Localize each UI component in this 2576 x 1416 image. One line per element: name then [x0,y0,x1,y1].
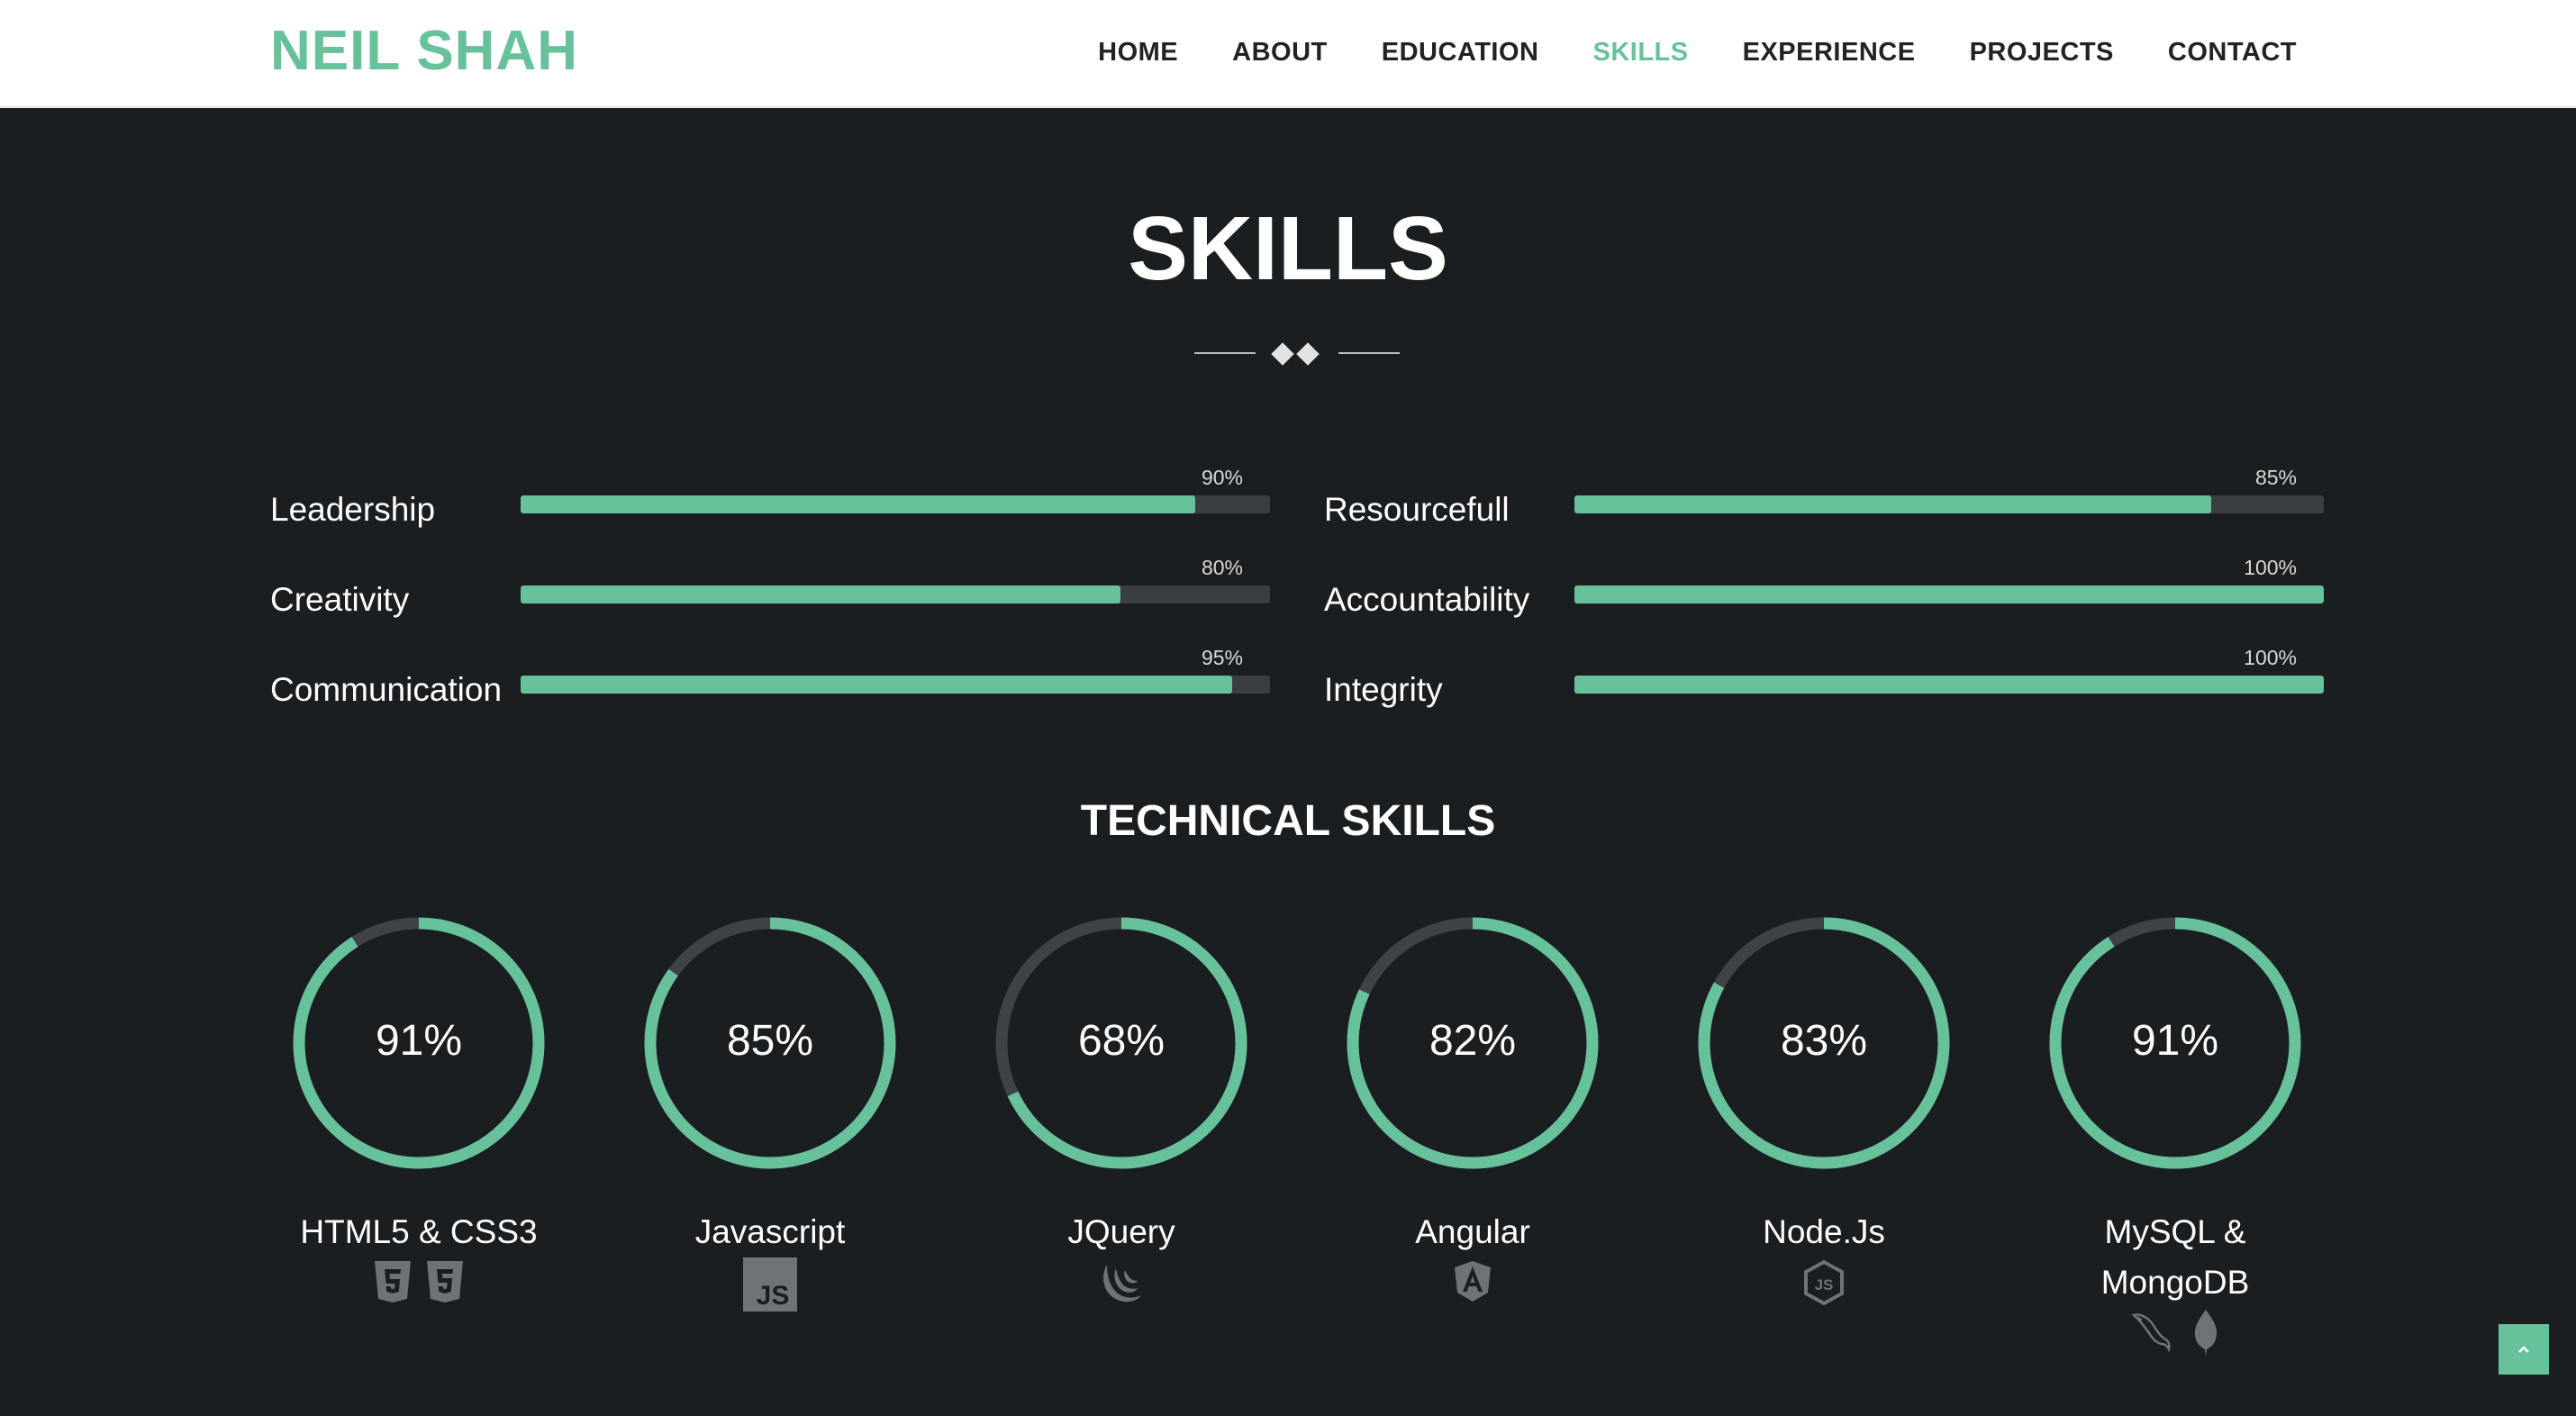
skill-bar-track [1574,585,2324,604]
ring-percent: 91% [2131,1017,2219,1065]
skill-bar-fill [1574,676,2324,694]
tech-icons [284,1259,554,1304]
ring-percent: 83% [1780,1017,1868,1065]
nav-item-experience[interactable]: EXPERIENCE [1743,34,1916,70]
skill-percent-label: 90% [1201,466,1243,489]
skill-bar-track [1574,495,2324,513]
mongodb-icon [2194,1310,2218,1357]
section-title: SKILLS [1128,198,1448,299]
tech-skill-name: Javascript [694,1213,846,1250]
scroll-to-top-button[interactable] [2499,1324,2549,1375]
angular-icon [1455,1261,1491,1302]
nav-item-skills[interactable]: SKILLS [1592,34,1688,70]
technical-skills-title: TECHNICAL SKILLS [1080,797,1496,845]
tech-skill-name: Angular [1415,1213,1530,1250]
nav-item-contact[interactable]: CONTACT [2168,34,2297,70]
skill-name: Integrity [1324,671,1443,708]
css3-icon [427,1261,463,1303]
skill-name: Accountability [1324,581,1530,618]
skill-bar-fill [1574,585,2324,604]
chevron-up-icon [2518,1346,2529,1353]
ring-percent: 91% [375,1017,463,1065]
skill-name: Creativity [270,581,410,618]
tech-icons: JS [635,1257,905,1312]
skill-name: Leadership [270,491,436,528]
skill-bar-fill [521,676,1233,694]
skill-bar-track [1574,676,2324,694]
tech-icons [986,1259,1256,1306]
tech-icons [2040,1308,2310,1358]
nav-item-projects[interactable]: PROJECTS [1970,34,2114,70]
tech-skill-name: HTML5 & CSS3 [300,1213,538,1250]
nodejs-icon: JS [1804,1259,1844,1306]
skill-percent-label: 100% [2244,646,2297,669]
tech-icons: JS [1689,1259,1959,1306]
skill-name: Resourcefull [1324,491,1510,528]
skill-bar-fill [521,495,1195,513]
ring-percent: 85% [726,1017,814,1065]
skill-bar-track [521,585,1270,604]
divider-line-left [1194,352,1256,354]
skill-percent-label: 95% [1201,646,1243,669]
skill-percent-label: 80% [1201,556,1243,579]
divider-diamond-icon [1271,342,1294,366]
ring-percent: 68% [1077,1017,1166,1065]
mysql-icon [2131,1313,2171,1353]
skill-bar-track [521,495,1270,513]
tech-skill-name: JQuery [1067,1213,1175,1250]
skill-bar-fill [1574,495,2212,513]
tech-icons [1338,1259,1608,1304]
title-divider [1194,340,1400,368]
skill-percent-label: 85% [2254,466,2297,489]
nav-item-about[interactable]: ABOUT [1232,34,1328,70]
navbar: NEIL SHAH HOME ABOUT EDUCATION SKILLS EX… [0,0,2576,108]
divider-line-right [1338,352,1400,354]
javascript-icon: JS [743,1257,797,1312]
nav-menu: HOME ABOUT EDUCATION SKILLS EXPERIENCE P… [1098,34,2297,70]
brand-logo[interactable]: NEIL SHAH [270,18,578,85]
jquery-icon [1103,1265,1141,1303]
tech-skill-name: MySQL & MongoDB [2100,1213,2250,1301]
svg-text:JS: JS [757,1281,790,1311]
nav-item-home[interactable]: HOME [1098,34,1178,70]
skill-bar-track [521,676,1270,694]
skill-bar-fill [521,585,1120,604]
divider-diamond-icon [1296,342,1320,366]
tech-skill-name: Node.Js [1763,1213,1885,1250]
skill-percent-label: 100% [2244,556,2297,579]
nav-item-education[interactable]: EDUCATION [1382,34,1539,70]
ring-percent: 82% [1429,1017,1517,1065]
skill-name: Communication [270,671,503,708]
html5-icon [375,1261,411,1303]
svg-text:JS: JS [1815,1276,1834,1293]
